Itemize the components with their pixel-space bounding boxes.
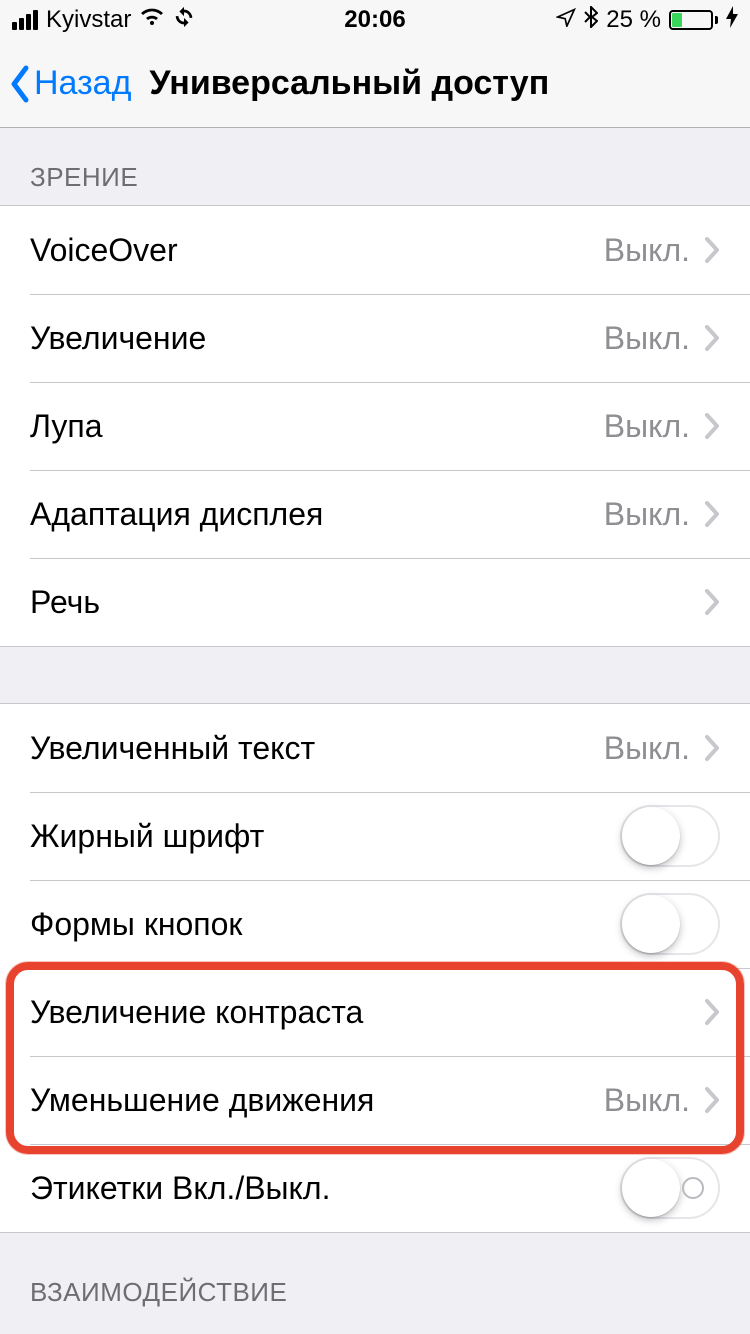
switch-bold-text[interactable] — [620, 805, 720, 867]
status-right: 25 % — [556, 6, 738, 35]
row-reduce-motion[interactable]: Уменьшение движения Выкл. — [0, 1056, 750, 1144]
row-label: Увеличение контраста — [30, 994, 704, 1031]
row-label: Увеличение — [30, 320, 604, 357]
row-zoom[interactable]: Увеличение Выкл. — [0, 294, 750, 382]
section-header-vision: ЗРЕНИЕ — [0, 128, 750, 205]
carrier-label: Kyivstar — [46, 6, 131, 34]
row-label: Формы кнопок — [30, 906, 620, 943]
row-value: Выкл. — [604, 320, 690, 357]
back-button[interactable]: Назад — [8, 64, 131, 104]
chevron-right-icon — [704, 1086, 720, 1114]
row-value: Выкл. — [604, 408, 690, 445]
row-on-off-labels[interactable]: Этикетки Вкл./Выкл. — [0, 1144, 750, 1232]
chevron-right-icon — [704, 236, 720, 264]
battery-icon — [669, 10, 718, 30]
group-vision-2: Увеличенный текст Выкл. Жирный шрифт Фор… — [0, 703, 750, 1233]
status-bar: Kyivstar 20:06 25 % — [0, 0, 750, 40]
page-title: Универсальный доступ — [149, 64, 549, 103]
bluetooth-icon — [584, 6, 598, 35]
row-value: Выкл. — [604, 232, 690, 269]
row-value: Выкл. — [604, 1082, 690, 1119]
nav-bar: Назад Универсальный доступ — [0, 40, 750, 128]
row-display-accommodations[interactable]: Адаптация дисплея Выкл. — [0, 470, 750, 558]
row-label: VoiceOver — [30, 232, 604, 269]
status-left: Kyivstar — [12, 6, 195, 35]
battery-pct: 25 % — [606, 6, 661, 34]
row-larger-text[interactable]: Увеличенный текст Выкл. — [0, 704, 750, 792]
location-icon — [556, 6, 576, 34]
row-button-shapes[interactable]: Формы кнопок — [0, 880, 750, 968]
sync-icon — [173, 6, 195, 35]
chevron-left-icon — [8, 64, 32, 104]
chevron-right-icon — [704, 500, 720, 528]
row-value: Выкл. — [604, 496, 690, 533]
charging-icon — [726, 6, 738, 35]
row-value: Выкл. — [604, 730, 690, 767]
row-bold-text[interactable]: Жирный шрифт — [0, 792, 750, 880]
row-magnifier[interactable]: Лупа Выкл. — [0, 382, 750, 470]
row-label: Лупа — [30, 408, 604, 445]
row-label: Уменьшение движения — [30, 1082, 604, 1119]
row-label: Увеличенный текст — [30, 730, 604, 767]
row-label: Речь — [30, 584, 704, 621]
wifi-icon — [139, 6, 165, 34]
chevron-right-icon — [704, 412, 720, 440]
row-increase-contrast[interactable]: Увеличение контраста — [0, 968, 750, 1056]
row-label: Этикетки Вкл./Выкл. — [30, 1170, 620, 1207]
row-label: Жирный шрифт — [30, 818, 620, 855]
chevron-right-icon — [704, 588, 720, 616]
back-label: Назад — [34, 64, 131, 103]
section-spacer — [0, 647, 750, 703]
switch-button-shapes[interactable] — [620, 893, 720, 955]
signal-icon — [12, 10, 38, 30]
section-header-interaction: ВЗАИМОДЕЙСТВИЕ — [0, 1233, 750, 1320]
row-speech[interactable]: Речь — [0, 558, 750, 646]
switch-on-off-labels[interactable] — [620, 1157, 720, 1219]
row-label: Адаптация дисплея — [30, 496, 604, 533]
chevron-right-icon — [704, 324, 720, 352]
chevron-right-icon — [704, 734, 720, 762]
group-vision-1: VoiceOver Выкл. Увеличение Выкл. Лупа Вы… — [0, 205, 750, 647]
chevron-right-icon — [704, 998, 720, 1026]
row-voiceover[interactable]: VoiceOver Выкл. — [0, 206, 750, 294]
